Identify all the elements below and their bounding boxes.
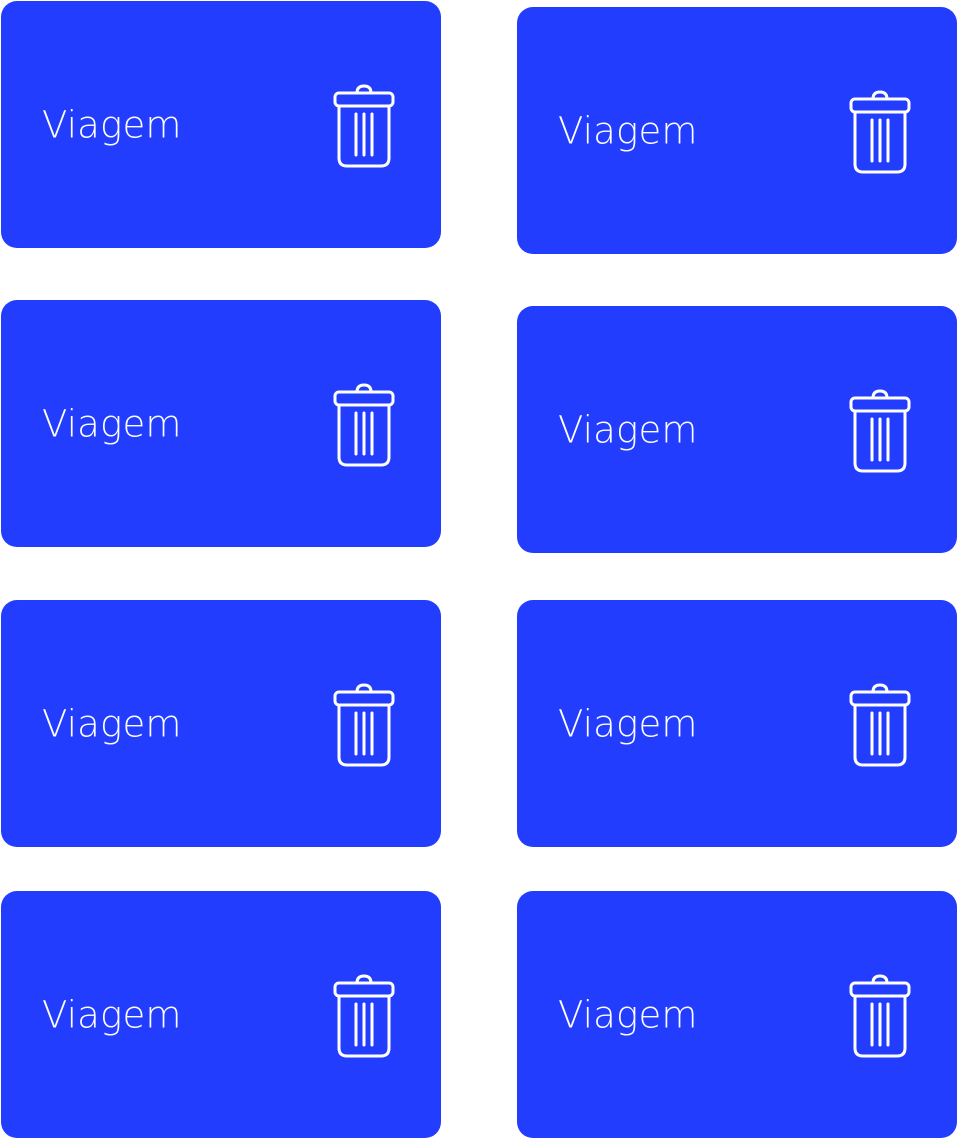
card-label: Viagem: [42, 993, 182, 1036]
category-card[interactable]: Viagem: [1, 600, 441, 847]
trash-icon[interactable]: [332, 679, 396, 769]
trash-icon[interactable]: [848, 970, 912, 1060]
card-label: Viagem: [558, 993, 698, 1036]
card-label: Viagem: [558, 109, 698, 152]
card-label: Viagem: [42, 103, 182, 146]
category-card[interactable]: Viagem: [1, 300, 441, 547]
card-label: Viagem: [558, 408, 698, 451]
card-label: Viagem: [558, 702, 698, 745]
trash-icon[interactable]: [848, 385, 912, 475]
trash-icon[interactable]: [332, 379, 396, 469]
trash-icon[interactable]: [848, 679, 912, 769]
category-card[interactable]: Viagem: [1, 891, 441, 1138]
category-card[interactable]: Viagem: [517, 306, 957, 553]
category-card[interactable]: Viagem: [517, 7, 957, 254]
category-card[interactable]: Viagem: [517, 891, 957, 1138]
category-card[interactable]: Viagem: [1, 1, 441, 248]
trash-icon[interactable]: [848, 86, 912, 176]
trash-icon[interactable]: [332, 970, 396, 1060]
card-label: Viagem: [42, 702, 182, 745]
category-card[interactable]: Viagem: [517, 600, 957, 847]
trash-icon[interactable]: [332, 80, 396, 170]
card-label: Viagem: [42, 402, 182, 445]
